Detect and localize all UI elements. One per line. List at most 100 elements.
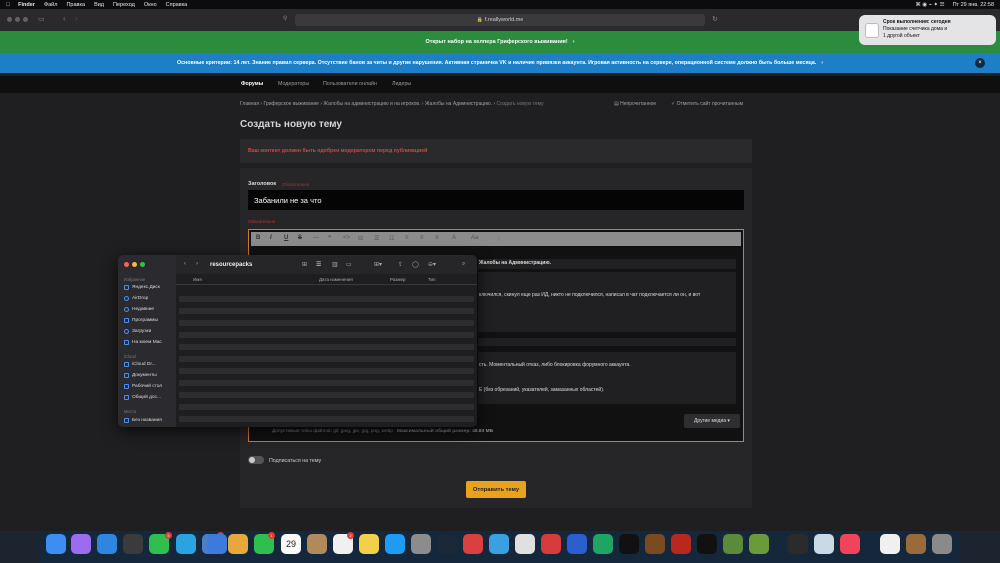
contacts-dock-icon[interactable] [307,534,327,554]
group-icon[interactable]: ⊞▾ [374,261,382,268]
apple-menu-icon[interactable]:  [6,2,10,8]
underline-icon[interactable]: U [284,235,288,241]
breadcrumb-admin-complaints[interactable]: Жалобы на Администрацию. [425,101,492,107]
unread-link[interactable]: ▤ Непрочитанное [614,101,656,107]
forward-icon[interactable]: › [75,14,78,23]
menu-window[interactable]: Окно [144,2,157,8]
notice-banner-green[interactable]: Открыт набор на хелпера Гриферского выжи… [0,31,1000,53]
breadcrumb-griefer[interactable]: Гриферское выживание [263,101,318,107]
anydesk-dock-icon[interactable] [541,534,561,554]
menu-help[interactable]: Справка [166,2,188,8]
column-date[interactable]: Дата изменения [319,277,353,282]
menu-view[interactable]: Вид [94,2,104,8]
nav-online-users[interactable]: Пользователи онлайн [323,81,377,87]
notice-banner-blue[interactable]: Основные критерии: 14 лет. Знание правил… [0,53,1000,73]
app-store-dock-icon[interactable] [385,534,405,554]
quote-icon[interactable]: ❞ [328,235,331,242]
icon-view-icon[interactable]: ⊞ [302,261,307,268]
ea-dock-icon[interactable] [788,534,808,554]
finder-close-button[interactable] [124,262,129,267]
list-icon[interactable]: ☰ [374,235,379,242]
thread-title-input[interactable] [248,190,744,210]
menu-finder[interactable]: Finder [18,2,35,8]
finder-item-airdrop[interactable]: AirDrop [124,296,148,301]
warcraft-dock-icon[interactable] [645,534,665,554]
menu-file[interactable]: Файл [44,2,58,8]
spoiler-icon[interactable]: ⊟ [358,235,363,242]
telegram-dock-icon[interactable] [176,534,196,554]
font-size-icon[interactable]: A [452,235,456,241]
back-icon[interactable]: ‹ [184,261,186,267]
notes-dock-icon[interactable] [359,534,379,554]
menubar-clock[interactable]: Пт 29 янв. 22:58 [953,2,994,8]
nav-forums[interactable]: Форумы [241,81,263,87]
minecraft-dock-icon[interactable] [723,534,743,554]
minecraft-launcher-dock-icon[interactable] [749,534,769,554]
strikethrough-icon[interactable]: S [298,235,302,241]
align-center-icon[interactable]: ≡ [420,235,424,241]
settings-dock-icon[interactable] [411,534,431,554]
document-dock-icon[interactable] [880,534,900,554]
finder-item-shared[interactable]: Общий дос... [124,395,161,400]
list-view-icon[interactable]: ☰ [316,261,321,268]
launchpad-dock-icon[interactable] [71,534,91,554]
column-kind[interactable]: Тип [428,277,436,282]
finder-minimize-button[interactable] [132,262,137,267]
finder-row[interactable] [179,392,474,398]
hr-icon[interactable]: — [313,235,319,241]
window-minimize-button[interactable] [15,17,20,22]
code-icon[interactable]: <> [343,235,350,241]
sidebar-toggle-icon[interactable]: ▭ [38,15,45,23]
column-name[interactable]: Имя [193,277,202,282]
finder-item-icloud-drive[interactable]: iCloud Dr... [124,362,156,367]
photos-dock-icon[interactable] [228,534,248,554]
mail-dock-icon[interactable] [123,534,143,554]
ordered-list-icon[interactable]: ☷ [389,235,394,242]
app-dock-icon[interactable] [515,534,535,554]
finder-row[interactable] [179,320,474,326]
bold-icon[interactable]: B [256,235,260,241]
finder-row[interactable] [179,296,474,302]
screenshot-dock-icon[interactable] [814,534,834,554]
finder-row[interactable] [179,404,474,410]
search-icon[interactable]: ⌕ [462,261,465,268]
breadcrumb-complaints[interactable]: Жалобы на администрацию и на игроков. [323,101,420,107]
folder-dock-icon[interactable] [906,534,926,554]
finder-item-downloads[interactable]: Загрузки [124,329,151,334]
action-icon[interactable]: ⊖▾ [428,261,436,268]
back-icon[interactable]: ‹ [63,14,66,23]
finder-item-my-mac[interactable]: На моем Mac [124,340,162,345]
align-right-icon[interactable]: ≡ [435,235,439,241]
status-icons[interactable]: ⌘ ◉ ⌁ ✦ ☰ [915,2,944,8]
finder-item-applications[interactable]: Программы [124,318,158,323]
finder-row[interactable] [179,380,474,386]
app-dock-icon[interactable] [489,534,509,554]
finder-window[interactable]: Избранное Яндекс.Диск AirDrop Недавние П… [118,255,477,427]
menu-edit[interactable]: Правка [66,2,85,8]
finder-row[interactable] [179,308,474,314]
finder-item-recents[interactable]: Недавние [124,307,154,312]
window-close-button[interactable] [7,17,12,22]
italic-icon[interactable]: I [270,235,272,241]
reload-icon[interactable]: ↻ [712,15,718,23]
finder-row[interactable] [179,356,474,362]
subscribe-toggle[interactable] [248,456,264,464]
font-color-icon[interactable]: Aa [471,235,478,241]
finder-zoom-button[interactable] [140,262,145,267]
other-media-button[interactable]: Другие медиа ▾ [684,414,740,428]
finder-item-yandex-disk[interactable]: Яндекс.Диск [124,285,160,290]
column-view-icon[interactable]: ▥ [332,261,338,268]
forward-icon[interactable]: › [196,261,198,267]
app-dock-icon[interactable] [463,534,483,554]
music-dock-icon[interactable] [840,534,860,554]
finder-row[interactable] [179,332,474,338]
finder-item-desktop[interactable]: Рабочий стол [124,384,162,389]
finder-row[interactable] [179,368,474,374]
finder-item-untitled[interactable]: Без названия [124,418,162,423]
close-banner-button[interactable]: × [975,58,985,68]
mark-read-link[interactable]: ✓ Отметить сайт прочитанным [671,101,743,107]
share-icon[interactable]: ⇪ [398,261,403,268]
finder-dock-icon[interactable] [46,534,66,554]
finder-row[interactable] [179,344,474,350]
app-dock-icon[interactable] [619,534,639,554]
